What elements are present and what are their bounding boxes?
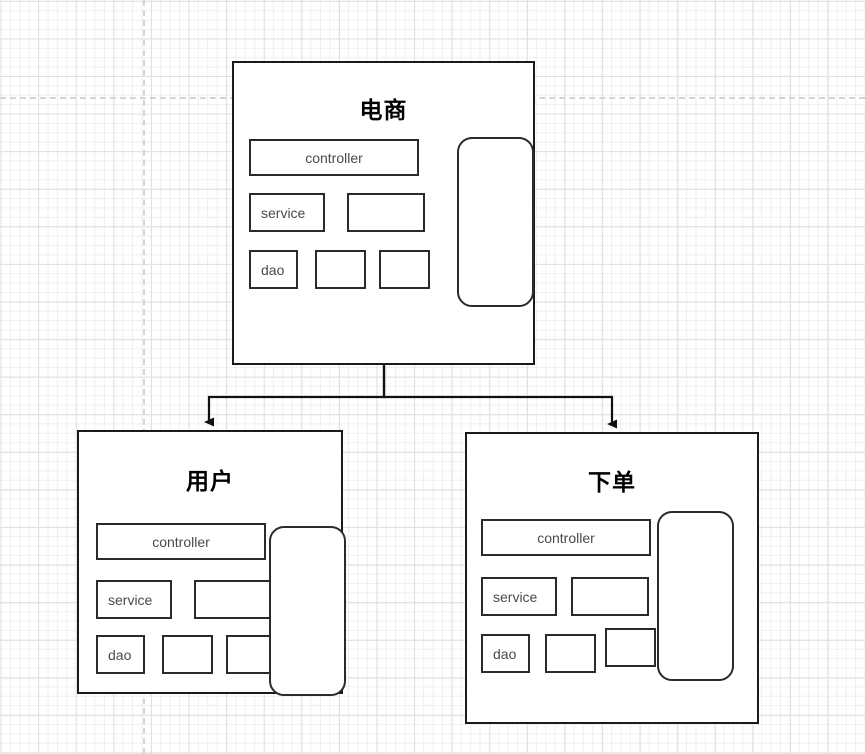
layer-label: dao [108, 646, 132, 663]
layer-box-order-dao[interactable]: dao [481, 634, 530, 673]
layer-box-order-empty-5[interactable] [605, 628, 656, 667]
layer-box-ecommerce-empty-4[interactable] [315, 250, 366, 289]
layer-box-ecommerce-dao[interactable]: dao [249, 250, 298, 289]
module-box-ecommerce[interactable]: 电商 controller service dao [232, 61, 535, 365]
layer-label: dao [493, 645, 517, 662]
rounded-panel-ecommerce[interactable] [457, 137, 534, 307]
layer-box-ecommerce-empty-2[interactable] [347, 193, 425, 232]
layer-label: service [493, 588, 538, 605]
module-title-ecommerce: 电商 [359, 97, 408, 123]
layer-box-ecommerce-controller[interactable]: controller [249, 139, 419, 176]
module-title-user: 用户 [186, 468, 234, 494]
layer-label: controller [305, 149, 363, 166]
rounded-panel-order[interactable] [657, 511, 734, 681]
diagram-canvas: 电商 controller service dao 用户 controller servic… [0, 0, 865, 754]
layer-box-order-empty-2[interactable] [571, 577, 649, 616]
connector-ecommerce-to-order[interactable] [382, 365, 617, 429]
layer-box-user-service[interactable]: service [96, 580, 172, 619]
layer-box-order-controller[interactable]: controller [481, 519, 651, 556]
module-box-order[interactable]: 下单 controller service dao [465, 432, 759, 724]
layer-box-user-dao[interactable]: dao [96, 635, 145, 674]
layer-label: controller [537, 529, 595, 546]
layer-box-order-empty-4[interactable] [545, 634, 596, 673]
rounded-panel-user[interactable] [269, 526, 346, 696]
layer-label: controller [152, 533, 210, 550]
layer-label: service [261, 204, 306, 221]
module-title-order: 下单 [588, 469, 636, 495]
connector-ecommerce-to-user[interactable] [204, 365, 386, 427]
layer-box-ecommerce-service[interactable]: service [249, 193, 325, 232]
layer-box-user-empty-2[interactable] [194, 580, 272, 619]
layer-label: dao [261, 261, 285, 278]
layer-box-user-controller[interactable]: controller [96, 523, 266, 560]
layer-box-ecommerce-empty-5[interactable] [379, 250, 430, 289]
layer-box-user-empty-4[interactable] [162, 635, 213, 674]
layer-box-order-service[interactable]: service [481, 577, 557, 616]
module-box-user[interactable]: 用户 controller service dao [77, 430, 346, 696]
layer-label: service [108, 591, 153, 608]
